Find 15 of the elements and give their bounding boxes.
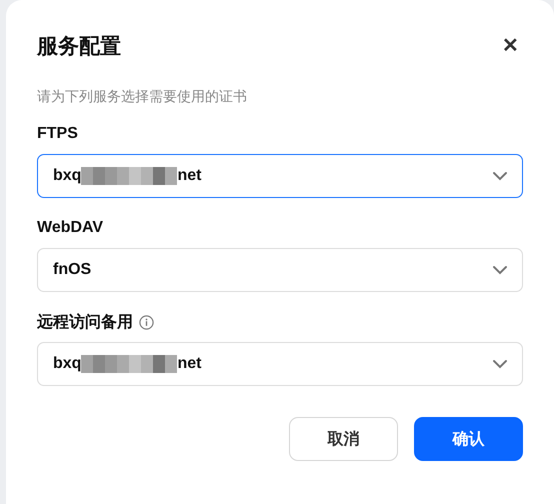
certificate-select[interactable]: bxq net bbox=[37, 154, 523, 198]
cancel-button[interactable]: 取消 bbox=[289, 417, 398, 461]
field-label: FTPS bbox=[37, 125, 78, 143]
chevron-down-icon bbox=[492, 359, 508, 369]
certificate-select[interactable]: bxq net bbox=[37, 342, 523, 386]
chevron-down-icon bbox=[492, 265, 508, 275]
field-label: WebDAV bbox=[37, 219, 104, 237]
info-icon[interactable] bbox=[139, 314, 154, 330]
certificate-select[interactable]: fnOS bbox=[37, 248, 523, 292]
dialog-title: 服务配置 bbox=[37, 34, 121, 60]
confirm-button[interactable]: 确认 bbox=[414, 417, 523, 461]
field-label: 远程访问备用 bbox=[37, 312, 133, 332]
dialog-description: 请为下列服务选择需要使用的证书 bbox=[37, 88, 248, 106]
close-button[interactable]: ✕ bbox=[498, 36, 523, 56]
chevron-down-icon bbox=[492, 171, 508, 181]
